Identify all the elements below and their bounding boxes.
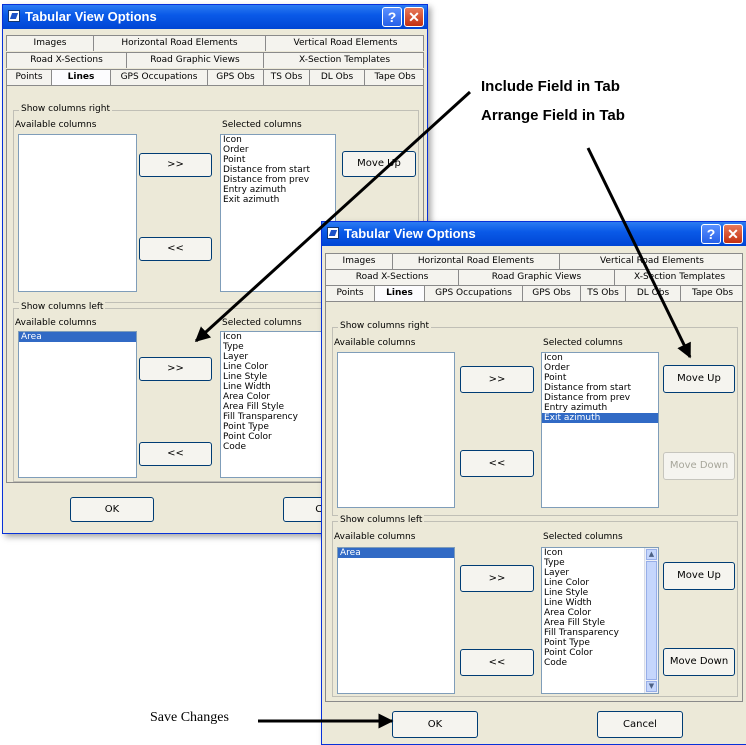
include-arrow <box>194 90 472 343</box>
arrange-arrow <box>586 147 692 359</box>
callout-arrows <box>194 90 692 729</box>
